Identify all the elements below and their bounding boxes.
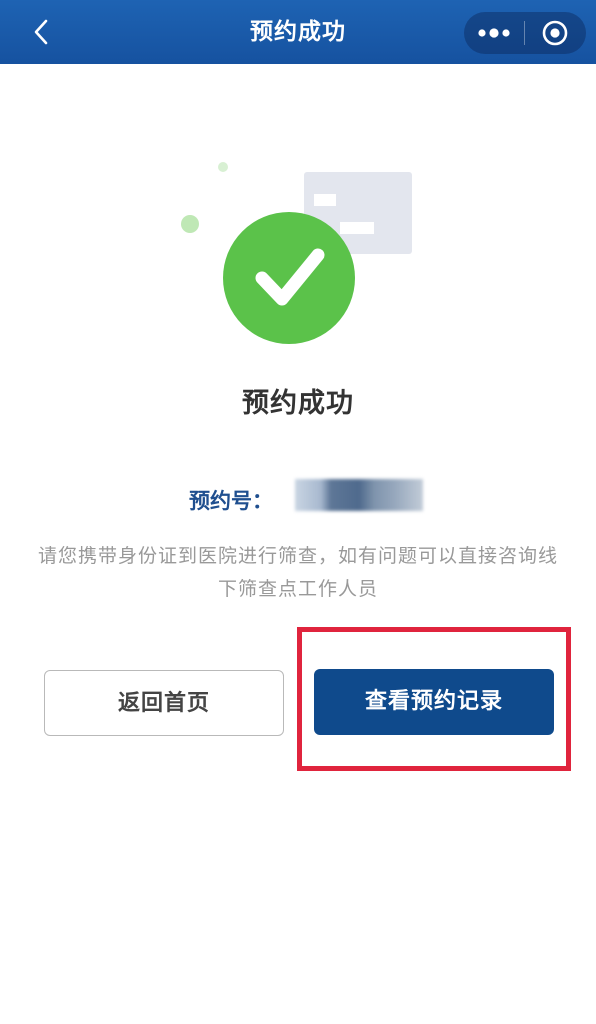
return-home-button[interactable]: 返回首页 bbox=[44, 670, 284, 736]
screening-notice: 请您携带身份证到医院进行筛查，如有问题可以直接咨询线下筛查点工作人员 bbox=[37, 545, 558, 600]
view-records-button[interactable]: 查看预约记录 bbox=[314, 669, 554, 735]
booking-number-label: 预约号： bbox=[189, 489, 273, 513]
success-check-icon bbox=[223, 212, 355, 344]
close-mini-program-button[interactable] bbox=[525, 12, 585, 54]
decor-dot-medium bbox=[181, 215, 199, 233]
navigation-bar: 预约成功 bbox=[0, 0, 596, 64]
back-button[interactable] bbox=[26, 14, 56, 50]
booking-number-redacted bbox=[295, 479, 423, 511]
success-title: 预约成功 bbox=[242, 388, 354, 419]
booking-success-page: 预约成功 预约成功 预约号： 请您携带身份证到医院进行筛查，如有问题可以直接咨询… bbox=[0, 0, 596, 1024]
decor-dot-small bbox=[218, 162, 228, 172]
more-dots-icon bbox=[478, 28, 510, 38]
card-line-long bbox=[340, 222, 374, 234]
success-illustration bbox=[181, 162, 412, 344]
mini-program-capsule bbox=[464, 12, 586, 54]
more-button[interactable] bbox=[464, 12, 524, 54]
booking-number-row: 预约号： bbox=[0, 479, 596, 520]
card-line-short bbox=[314, 194, 336, 206]
target-circle-icon bbox=[542, 20, 568, 46]
chevron-left-icon bbox=[34, 19, 48, 45]
